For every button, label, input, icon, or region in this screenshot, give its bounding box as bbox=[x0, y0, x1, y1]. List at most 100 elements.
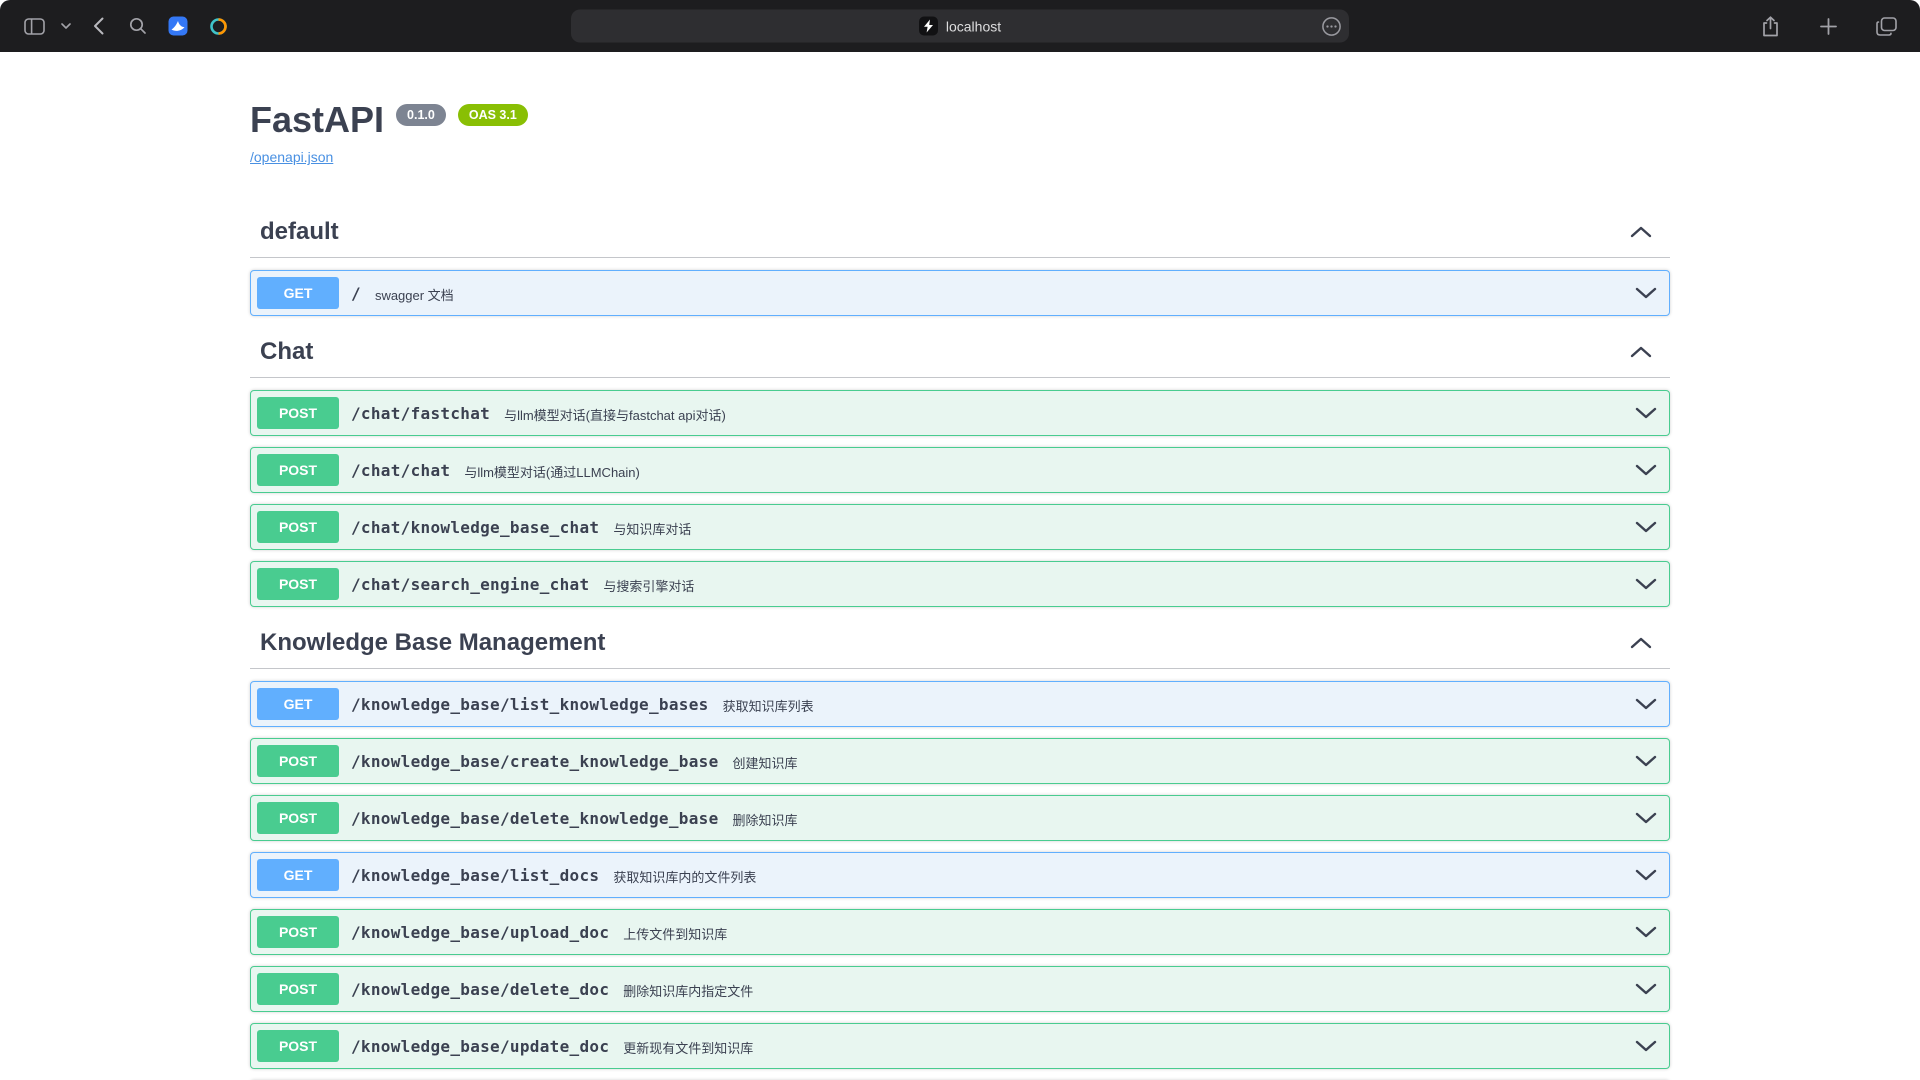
method-badge: POST bbox=[257, 511, 339, 543]
page-title: FastAPI 0.1.0 OAS 3.1 bbox=[250, 98, 1670, 142]
operation-summary-bar[interactable]: POST /chat/fastchat 与llm模型对话(直接与fastchat… bbox=[251, 391, 1669, 435]
operation-row[interactable]: POST /chat/search_engine_chat 与搜索引擎对话 bbox=[250, 561, 1670, 607]
chevron-down-icon bbox=[1635, 983, 1657, 995]
operation-row[interactable]: POST /knowledge_base/delete_knowledge_ba… bbox=[250, 795, 1670, 841]
operation-summary-bar[interactable]: GET / swagger 文档 bbox=[251, 271, 1669, 315]
chevron-down-icon bbox=[1635, 698, 1657, 710]
version-badge: 0.1.0 bbox=[396, 104, 446, 126]
expand-operation-button[interactable] bbox=[1631, 983, 1661, 995]
address-bar-url: localhost bbox=[946, 18, 1001, 34]
operation-summary-bar[interactable]: POST /knowledge_base/upload_doc 上传文件到知识库 bbox=[251, 910, 1669, 954]
address-bar[interactable]: localhost bbox=[571, 10, 1349, 43]
expand-operation-button[interactable] bbox=[1631, 407, 1661, 419]
expand-operation-button[interactable] bbox=[1631, 521, 1661, 533]
operation-path: /knowledge_base/update_doc bbox=[351, 1037, 609, 1056]
operation-list: GET /knowledge_base/list_knowledge_bases… bbox=[250, 681, 1670, 1080]
extension-blue-icon[interactable] bbox=[162, 11, 194, 41]
expand-operation-button[interactable] bbox=[1631, 869, 1661, 881]
operation-summary: 删除知识库 bbox=[733, 808, 798, 829]
chevron-down-icon bbox=[1635, 1040, 1657, 1052]
expand-operation-button[interactable] bbox=[1631, 812, 1661, 824]
new-tab-icon[interactable] bbox=[1812, 11, 1844, 41]
tag-section: default GET / swagger 文档 bbox=[250, 207, 1670, 316]
operation-summary: 获取知识库列表 bbox=[723, 694, 814, 715]
share-icon[interactable] bbox=[1754, 11, 1786, 41]
section-title: Knowledge Base Management bbox=[260, 629, 605, 657]
operation-path: / bbox=[351, 284, 361, 303]
operation-summary-bar[interactable]: POST /chat/chat 与llm模型对话(通过LLMChain) bbox=[251, 448, 1669, 492]
chevron-down-icon bbox=[1635, 287, 1657, 299]
operation-summary-bar[interactable]: POST /knowledge_base/delete_doc 删除知识库内指定… bbox=[251, 967, 1669, 1011]
chevron-down-icon bbox=[1635, 407, 1657, 419]
expand-operation-button[interactable] bbox=[1631, 464, 1661, 476]
method-badge: POST bbox=[257, 1030, 339, 1062]
operation-summary: 上传文件到知识库 bbox=[623, 922, 727, 943]
operation-summary: 与llm模型对话(通过LLMChain) bbox=[464, 460, 640, 481]
browser-toolbar: localhost bbox=[0, 0, 1920, 52]
section-header[interactable]: Knowledge Base Management bbox=[250, 618, 1670, 669]
operation-summary-bar[interactable]: POST /chat/search_engine_chat 与搜索引擎对话 bbox=[251, 562, 1669, 606]
operation-row[interactable]: GET / swagger 文档 bbox=[250, 270, 1670, 316]
expand-operation-button[interactable] bbox=[1631, 755, 1661, 767]
expand-operation-button[interactable] bbox=[1631, 698, 1661, 710]
operation-row[interactable]: POST /knowledge_base/update_doc 更新现有文件到知… bbox=[250, 1023, 1670, 1069]
chevron-down-icon bbox=[1635, 926, 1657, 938]
operation-row[interactable]: POST /chat/knowledge_base_chat 与知识库对话 bbox=[250, 504, 1670, 550]
operation-row[interactable]: POST /chat/chat 与llm模型对话(通过LLMChain) bbox=[250, 447, 1670, 493]
back-icon[interactable] bbox=[82, 11, 114, 41]
tag-section: Chat POST /chat/fastchat 与llm模型对话(直接与fas… bbox=[250, 327, 1670, 607]
chevron-down-icon bbox=[1635, 464, 1657, 476]
openapi-json-link[interactable]: /openapi.json bbox=[250, 149, 333, 165]
expand-operation-button[interactable] bbox=[1631, 926, 1661, 938]
operation-summary-bar[interactable]: GET /knowledge_base/list_docs 获取知识库内的文件列… bbox=[251, 853, 1669, 897]
section-header[interactable]: default bbox=[250, 207, 1670, 258]
operation-row[interactable]: POST /knowledge_base/create_knowledge_ba… bbox=[250, 738, 1670, 784]
operation-row[interactable]: GET /knowledge_base/list_docs 获取知识库内的文件列… bbox=[250, 852, 1670, 898]
operation-path: /knowledge_base/list_docs bbox=[351, 866, 599, 885]
oas-badge: OAS 3.1 bbox=[458, 104, 528, 126]
operation-row[interactable]: POST /knowledge_base/delete_doc 删除知识库内指定… bbox=[250, 966, 1670, 1012]
expand-operation-button[interactable] bbox=[1631, 578, 1661, 590]
operation-summary-bar[interactable]: POST /knowledge_base/update_doc 更新现有文件到知… bbox=[251, 1024, 1669, 1068]
method-badge: POST bbox=[257, 916, 339, 948]
page-menu-ellipsis-icon[interactable] bbox=[1321, 16, 1342, 37]
toolbar-left-group bbox=[18, 11, 234, 41]
toolbar-right-group bbox=[1754, 11, 1902, 41]
extension-ring-icon[interactable] bbox=[202, 11, 234, 41]
operation-list: POST /chat/fastchat 与llm模型对话(直接与fastchat… bbox=[250, 390, 1670, 607]
expand-operation-button[interactable] bbox=[1631, 287, 1661, 299]
method-badge: POST bbox=[257, 397, 339, 429]
operation-summary-bar[interactable]: POST /chat/knowledge_base_chat 与知识库对话 bbox=[251, 505, 1669, 549]
operation-row[interactable]: POST /knowledge_base/upload_doc 上传文件到知识库 bbox=[250, 909, 1670, 955]
method-badge: GET bbox=[257, 688, 339, 720]
operation-row[interactable]: POST /chat/fastchat 与llm模型对话(直接与fastchat… bbox=[250, 390, 1670, 436]
method-badge: POST bbox=[257, 973, 339, 1005]
section-title: default bbox=[260, 218, 339, 246]
section-header[interactable]: Chat bbox=[250, 327, 1670, 378]
operation-summary: 与llm模型对话(直接与fastchat api对话) bbox=[504, 403, 726, 424]
search-icon[interactable] bbox=[122, 11, 154, 41]
collapse-section-button[interactable] bbox=[1630, 637, 1652, 649]
api-sections: default GET / swagger 文档 Chat POST /ch bbox=[250, 207, 1670, 1080]
tab-overview-icon[interactable] bbox=[1870, 11, 1902, 41]
collapse-section-button[interactable] bbox=[1630, 346, 1652, 358]
operation-summary: 获取知识库内的文件列表 bbox=[613, 865, 756, 886]
chevron-down-icon bbox=[1635, 578, 1657, 590]
operation-list: GET / swagger 文档 bbox=[250, 270, 1670, 316]
operation-row[interactable]: GET /knowledge_base/list_knowledge_bases… bbox=[250, 681, 1670, 727]
collapse-section-button[interactable] bbox=[1630, 226, 1652, 238]
operation-path: /chat/chat bbox=[351, 461, 450, 480]
operation-summary: 删除知识库内指定文件 bbox=[623, 979, 753, 1000]
operation-path: /chat/fastchat bbox=[351, 404, 490, 423]
operation-summary-bar[interactable]: POST /knowledge_base/create_knowledge_ba… bbox=[251, 739, 1669, 783]
operation-summary-bar[interactable]: POST /knowledge_base/delete_knowledge_ba… bbox=[251, 796, 1669, 840]
operation-summary-bar[interactable]: GET /knowledge_base/list_knowledge_bases… bbox=[251, 682, 1669, 726]
operation-path: /knowledge_base/list_knowledge_bases bbox=[351, 695, 709, 714]
expand-operation-button[interactable] bbox=[1631, 1040, 1661, 1052]
sidebar-chevron-down-icon[interactable] bbox=[58, 11, 74, 41]
method-badge: POST bbox=[257, 568, 339, 600]
swagger-page: FastAPI 0.1.0 OAS 3.1 /openapi.json defa… bbox=[0, 52, 1920, 1080]
method-badge: POST bbox=[257, 802, 339, 834]
chevron-down-icon bbox=[1635, 812, 1657, 824]
sidebar-toggle-icon[interactable] bbox=[18, 11, 50, 41]
